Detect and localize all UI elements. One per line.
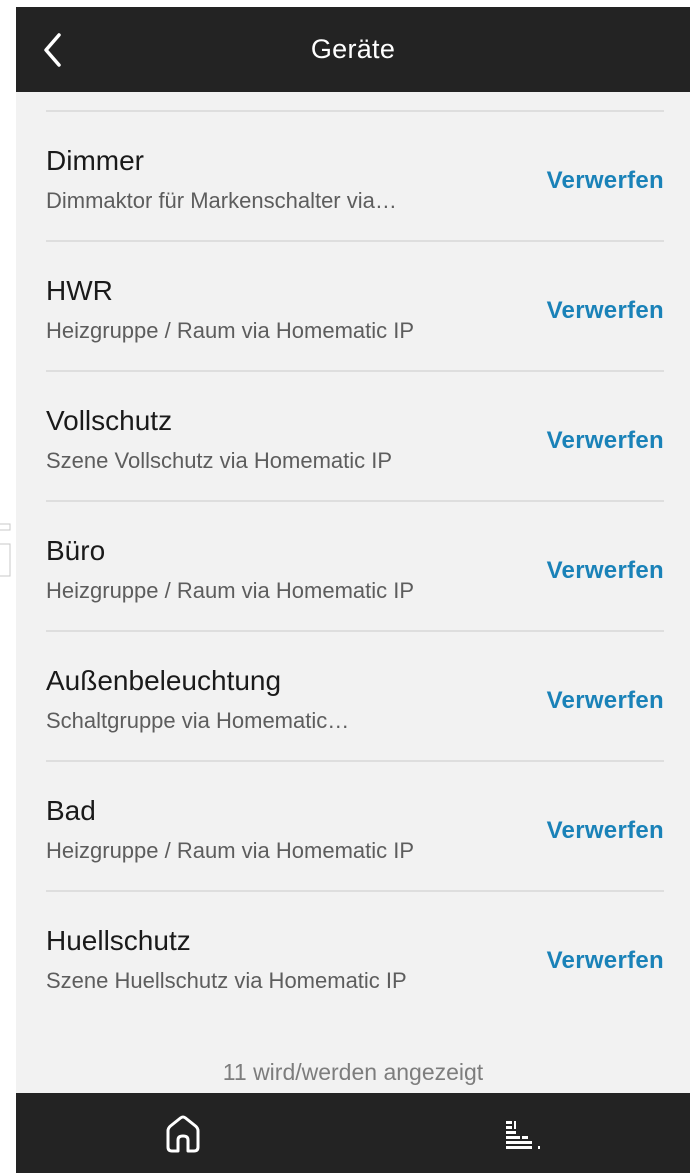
- activity-icon: [506, 1121, 540, 1149]
- device-name: Dimmer: [46, 145, 144, 176]
- device-row: Dimmer Dimmaktor für Markenschalter via……: [46, 112, 664, 242]
- discard-button[interactable]: Verwerfen: [547, 427, 664, 455]
- device-row: Bad Heizgruppe / Raum via Homematic IP V…: [46, 762, 664, 892]
- device-description: Heizgruppe / Raum via Homematic IP: [46, 318, 415, 343]
- device-count-text: 11 wird/werden angezeigt: [222, 1059, 484, 1085]
- device-row: Huellschutz Szene Huellschutz via Homema…: [46, 892, 664, 1020]
- discard-button[interactable]: Verwerfen: [547, 687, 664, 715]
- device-name: HWR: [46, 275, 113, 306]
- nav-activity-button[interactable]: [504, 1117, 542, 1153]
- device-description: Szene Huellschutz via Homematic IP: [46, 968, 407, 993]
- page-title: Geräte: [310, 34, 396, 64]
- device-row: HWR Heizgruppe / Raum via Homematic IP V…: [46, 242, 664, 372]
- device-row: Vollschutz Szene Vollschutz via Homemati…: [46, 372, 664, 502]
- discard-button[interactable]: Verwerfen: [547, 167, 664, 195]
- device-description: Szene Vollschutz via Homematic IP: [46, 448, 393, 473]
- back-button[interactable]: [38, 31, 68, 69]
- app-screen: Geräte Dimmer Dimmaktor für Markenschalt…: [16, 7, 690, 1173]
- device-description: Heizgruppe / Raum via Homematic IP: [46, 578, 415, 603]
- device-description: Heizgruppe / Raum via Homematic IP: [46, 838, 415, 863]
- nav-home-button[interactable]: [162, 1113, 204, 1155]
- top-bar: Geräte: [16, 7, 690, 92]
- discard-button[interactable]: Verwerfen: [547, 557, 664, 585]
- device-list: Dimmer Dimmaktor für Markenschalter via……: [16, 110, 690, 1020]
- bottom-nav-bar: [16, 1093, 690, 1173]
- device-name: Büro: [46, 535, 106, 566]
- page-edge-artifact: [0, 522, 12, 578]
- device-row: Büro Heizgruppe / Raum via Homematic IP …: [46, 502, 664, 632]
- device-row: Außenbeleuchtung Schaltgruppe via Homema…: [46, 632, 664, 762]
- home-icon: [166, 1115, 200, 1153]
- device-name: Huellschutz: [46, 925, 191, 956]
- device-name: Bad: [46, 795, 96, 826]
- device-description: Dimmaktor für Markenschalter via…: [46, 188, 397, 213]
- chevron-left-icon: [44, 33, 61, 67]
- device-name: Vollschutz: [46, 405, 173, 436]
- discard-button[interactable]: Verwerfen: [547, 297, 664, 325]
- device-name: Außenbeleuchtung: [46, 665, 282, 696]
- discard-button[interactable]: Verwerfen: [547, 947, 664, 975]
- discard-button[interactable]: Verwerfen: [547, 817, 664, 845]
- device-description: Schaltgruppe via Homematic…: [46, 708, 350, 733]
